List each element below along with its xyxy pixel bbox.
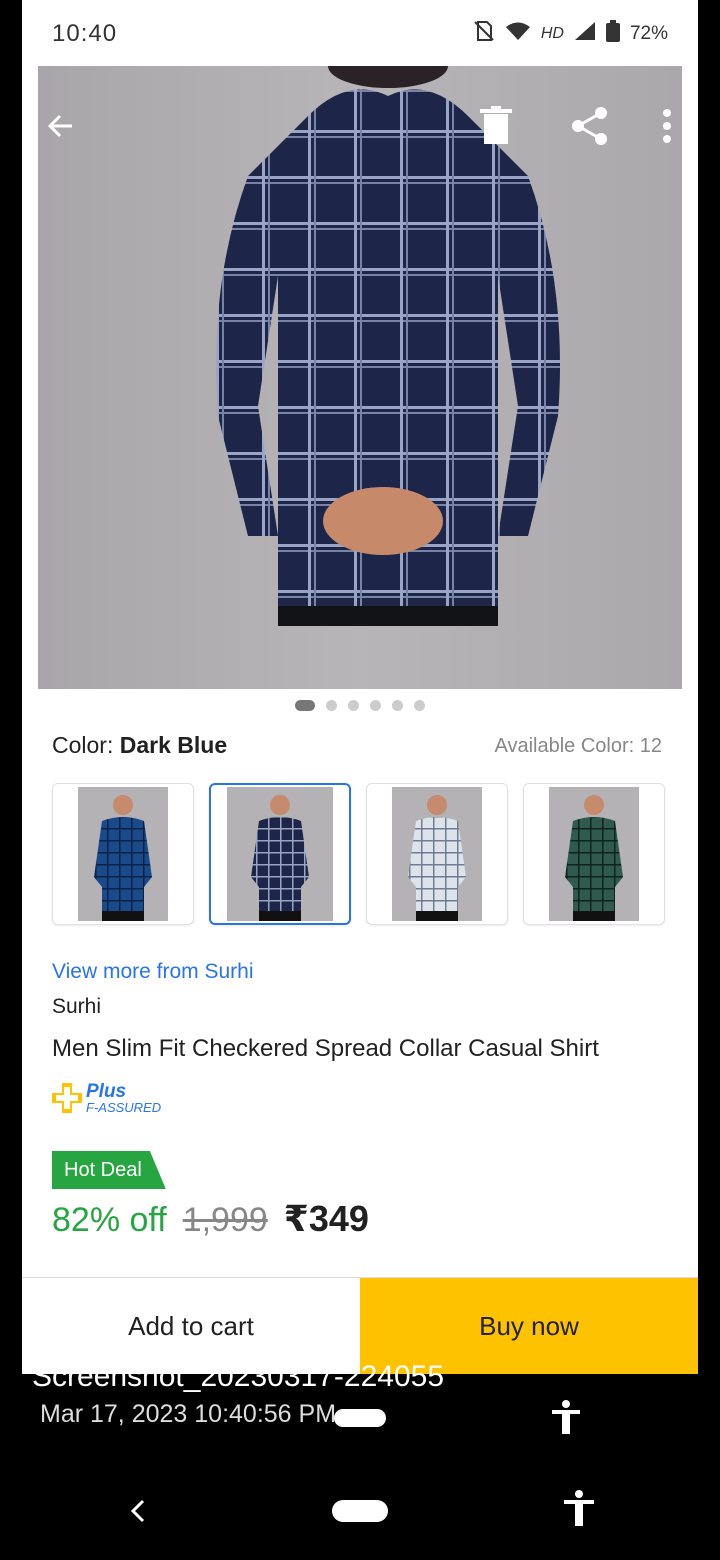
carousel-dot [348, 700, 359, 711]
variant-image [78, 787, 168, 921]
variant-image [227, 787, 333, 921]
variant-green-check[interactable] [523, 783, 665, 925]
screenshot-date: Mar 17, 2023 10:40:56 PM [40, 1400, 337, 1428]
wifi-icon [505, 21, 531, 47]
brand-name: Surhi [52, 995, 102, 1018]
accessibility-icon [564, 1490, 594, 1526]
signal-icon [574, 21, 596, 47]
app-screen: 10:40 HD 72% Color: Dark Blue Available … [22, 0, 698, 1374]
arrow-left-icon [47, 114, 72, 138]
chevron-left-icon [130, 1499, 145, 1523]
product-title: Men Slim Fit Checkered Spread Collar Cas… [52, 1035, 599, 1062]
plus-logo-icon [52, 1083, 82, 1113]
back-button[interactable] [38, 104, 82, 148]
color-variants [52, 783, 665, 925]
home-pill-icon [334, 1409, 386, 1427]
delete-button[interactable] [474, 104, 518, 148]
network-type: HD [540, 25, 564, 42]
product-image-carousel[interactable] [38, 66, 682, 689]
plus-assured-badge: Plus F-ASSURED [52, 1082, 161, 1114]
system-nav-bar [0, 1470, 720, 1560]
status-icons: HD 72% [473, 20, 668, 48]
more-options-button[interactable] [652, 104, 682, 148]
sale-price: ₹349 [283, 1198, 369, 1239]
hot-deal-tag: Hot Deal [52, 1151, 166, 1189]
share-icon [572, 107, 607, 145]
carousel-dot [326, 700, 337, 711]
carousel-dot-active [295, 700, 315, 711]
available-colors: Available Color: 12 [494, 735, 662, 757]
trash-icon [480, 106, 512, 144]
no-sim-icon [473, 20, 495, 48]
price-row: 82% off 1,999 ₹349 [52, 1198, 369, 1240]
carousel-indicator [22, 700, 698, 711]
carousel-dot [392, 700, 403, 711]
view-more-link[interactable]: View more from Surhi [52, 960, 254, 984]
discount-percent: 82% off [52, 1201, 167, 1239]
nav-home-button[interactable] [332, 1500, 388, 1522]
more-vertical-icon [663, 109, 671, 143]
share-button[interactable] [568, 104, 612, 148]
accessibility-icon[interactable] [550, 1400, 582, 1441]
assured-sub-text: F-ASSURED [86, 1100, 162, 1115]
status-time: 10:40 [52, 20, 118, 47]
color-selector-header: Color: Dark Blue Available Color: 12 [52, 732, 662, 768]
color-label: Color: [52, 732, 114, 758]
variant-grey-check[interactable] [366, 783, 508, 925]
nav-accessibility-button[interactable] [562, 1490, 596, 1533]
color-value: Dark Blue [119, 732, 228, 758]
carousel-dot [370, 700, 381, 711]
nav-back-button[interactable] [128, 1496, 148, 1534]
variant-image [392, 787, 482, 921]
variant-dark-blue-check[interactable] [209, 783, 351, 925]
battery-level: 72% [629, 23, 668, 44]
battery-icon [605, 20, 620, 48]
original-price: 1,999 [182, 1201, 268, 1239]
variant-image [549, 787, 639, 921]
status-bar: 10:40 HD 72% [22, 0, 698, 66]
screenshot-filename: Screenshot_20230317-224055 [32, 1360, 445, 1393]
assured-plus-text: Plus [86, 1081, 127, 1102]
variant-blue-check[interactable] [52, 783, 194, 925]
carousel-dot [414, 700, 425, 711]
product-image [216, 66, 560, 626]
